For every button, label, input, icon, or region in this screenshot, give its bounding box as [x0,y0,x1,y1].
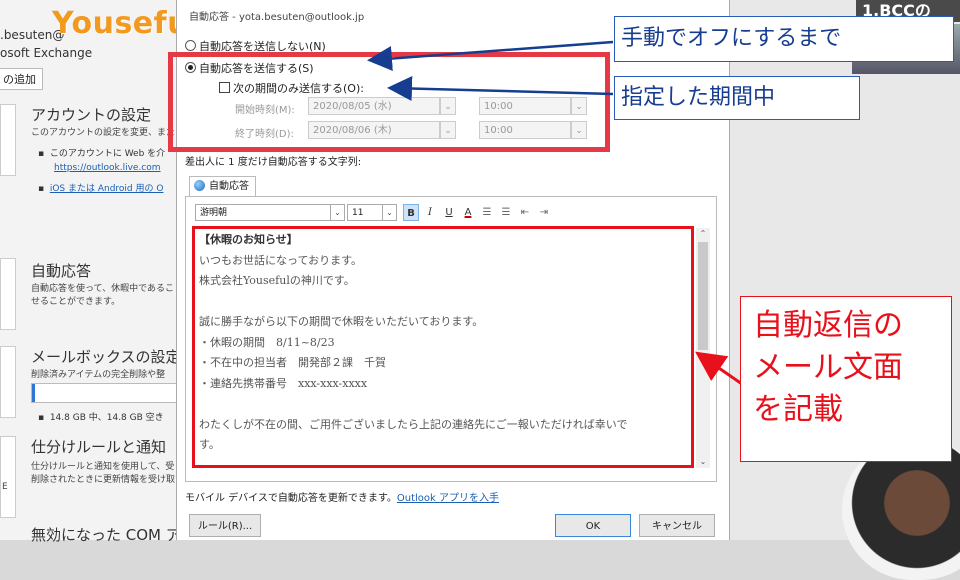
chevron-down-icon: ⌄ [330,205,344,220]
account-type: osoft Exchange [0,46,93,60]
bullet-list-button[interactable]: ☰ [479,204,495,221]
account-settings-desc: このアカウントの設定を変更、また [31,128,176,138]
com-addins-title: 無効になった COM ア [31,526,181,544]
italic-button[interactable]: I [422,204,438,221]
mailbox-desc: 削除済みアイテムの完全削除や整 [31,370,166,380]
ok-button[interactable]: OK [555,514,631,537]
increase-indent-button[interactable]: ⇥ [536,204,552,221]
numbered-list-button[interactable]: ☰ [498,204,514,221]
auto-reply-desc-2: せることができます。 [31,297,121,307]
editor-scrollbar[interactable]: ⌃ ⌄ [696,228,710,468]
mailbox-title: メールボックスの設定 [31,348,181,366]
auto-reply-tile[interactable] [0,258,16,330]
scroll-down-icon[interactable]: ⌄ [696,456,710,468]
quota-fill [32,384,36,402]
highlight-reply-body [192,226,694,468]
globe-icon [194,180,205,191]
radio-icon [185,40,196,51]
highlight-send-options [168,52,610,152]
tab-auto-reply[interactable]: 自動応答 [189,176,256,197]
callout-body-line: メール文面 [753,350,903,385]
rules-button[interactable]: ルール(R)... [189,514,261,537]
mobile-update-note: モバイル デバイスで自動応答を更新できます。Outlook アプリを入手 [185,493,500,504]
rules-title: 仕分けルールと通知 [31,438,167,456]
rules-tile[interactable] [0,436,16,518]
rules-desc: 仕分けルールと通知を使用して、受 [31,462,175,472]
mailbox-quota: ▪ 14.8 GB 中、14.8 GB 空き [38,413,164,423]
mailbox-quota-bar [31,383,193,403]
font-size-select[interactable]: 11 ⌄ [347,204,397,221]
scroll-up-icon[interactable]: ⌃ [696,228,710,240]
decrease-indent-button[interactable]: ⇤ [517,204,533,221]
callout-body-line: を記載 [753,392,843,427]
account-settings-bullet: ▪ このアカウントに Web を介 [38,149,166,159]
bold-button[interactable]: B [403,204,419,221]
font-name-select[interactable]: 游明朝 ⌄ [195,204,345,221]
sender-reply-label: 差出人に 1 度だけ自動応答する文字列: [185,157,362,168]
mobile-app-link[interactable]: ▪ iOS または Android 用の O [38,181,163,194]
underline-button[interactable]: U [441,204,457,221]
dialog-title: 自動応答 - yota.besuten@outlook.jp [189,12,365,23]
callout-until-manual-off: 手動でオフにするまで [614,16,954,62]
rules-side-letter: E [2,482,8,492]
outlook-web-link[interactable]: https://outlook.live.com [54,163,161,173]
scroll-thumb[interactable] [698,242,708,350]
mailbox-tile[interactable] [0,346,16,418]
auto-reply-desc: 自動応答を使って、休暇中であるこ [31,284,175,294]
font-color-button[interactable]: A [460,204,476,221]
callout-specified-period: 指定した期間中 [614,76,860,120]
callout-body-line: 自動返信の [753,308,903,343]
account-settings-tile[interactable] [0,104,16,176]
cancel-button[interactable]: キャンセル [639,514,715,537]
auto-reply-title: 自動応答 [31,262,92,280]
chevron-down-icon: ⌄ [382,205,396,220]
rules-desc-2: 削除されたときに更新情報を受け取 [31,475,176,485]
account-settings-title: アカウントの設定 [31,106,152,124]
add-account-button[interactable]: の追加 [0,68,43,90]
callout-reply-body: 自動返信の メール文面 を記載 [740,296,952,462]
get-outlook-app-link[interactable]: Outlook アプリを入手 [397,493,499,504]
